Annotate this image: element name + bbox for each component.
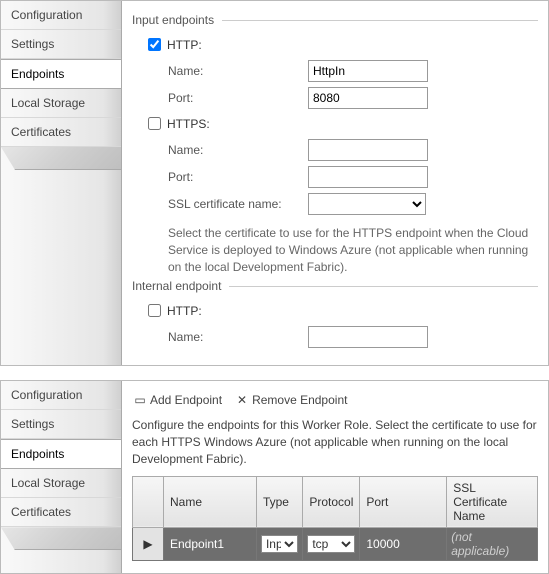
grid-header-marker [133,476,164,527]
toolbar: ▭ Add Endpoint ✕ Remove Endpoint [132,389,538,415]
sidebar-item-endpoints[interactable]: Endpoints [1,439,121,469]
group-title: Internal endpoint [132,279,221,293]
ssl-na-text: (not applicable) [451,530,509,558]
add-endpoint-label: Add Endpoint [150,393,222,407]
ssl-cert-select[interactable] [308,193,426,215]
divider [222,20,538,21]
endpoints-grid: Name Type Protocol Port SSL Certificate … [132,476,538,561]
row-marker-icon: ▶ [133,527,164,560]
sidebar-tail [1,527,121,550]
grid-header-type[interactable]: Type [256,476,302,527]
http-name-label: Name: [168,64,308,78]
sidebar-item-configuration[interactable]: Configuration [1,1,121,30]
endpoint-protocol-select[interactable]: tcp [307,535,355,553]
sidebar-item-certificates[interactable]: Certificates [1,118,121,147]
add-endpoint-button[interactable]: ▭ Add Endpoint [134,393,222,407]
add-icon: ▭ [134,393,146,407]
group-internal-endpoint: Internal endpoint [132,279,538,293]
cell-port[interactable] [360,527,447,560]
endpoints-description: Configure the endpoints for this Worker … [132,417,538,467]
http-checkbox[interactable] [148,38,161,51]
grid-header-name[interactable]: Name [164,476,257,527]
group-title: Input endpoints [132,13,214,27]
content-area: Input endpoints HTTP: Name: Port: HTTPS:… [122,1,548,365]
remove-endpoint-button[interactable]: ✕ Remove Endpoint [236,393,347,407]
sidebar: Configuration Settings Endpoints Local S… [1,1,122,365]
https-port-label: Port: [168,170,308,184]
internal-http-label: HTTP: [167,304,202,318]
grid-header-ssl[interactable]: SSL Certificate Name [447,476,538,527]
sidebar: Configuration Settings Endpoints Local S… [1,381,122,572]
sidebar-item-configuration[interactable]: Configuration [1,381,121,410]
grid-header-row: Name Type Protocol Port SSL Certificate … [133,476,538,527]
https-checkbox-row: HTTPS: [144,114,538,133]
cell-name[interactable] [164,527,257,560]
internal-http-name-label: Name: [168,330,308,344]
http-label: HTTP: [167,38,202,52]
cell-protocol[interactable]: tcp [303,527,360,560]
ssl-cert-label: SSL certificate name: [168,197,308,211]
sidebar-item-local-storage[interactable]: Local Storage [1,89,121,118]
cell-ssl: (not applicable) [447,527,538,560]
table-row[interactable]: ▶ Input tcp [133,527,538,560]
grid-header-port[interactable]: Port [360,476,447,527]
https-checkbox[interactable] [148,117,161,130]
remove-icon: ✕ [236,393,248,407]
sidebar-item-settings[interactable]: Settings [1,410,121,439]
https-help-text: Select the certificate to use for the HT… [168,225,538,275]
https-port-input[interactable] [308,166,428,188]
internal-http-name-input[interactable] [308,326,428,348]
sidebar-item-certificates[interactable]: Certificates [1,498,121,527]
internal-http-checkbox[interactable] [148,304,161,317]
endpoints-panel-grid: Configuration Settings Endpoints Local S… [0,380,549,573]
sidebar-item-endpoints[interactable]: Endpoints [1,59,121,89]
sidebar-tail [1,147,121,170]
sidebar-item-local-storage[interactable]: Local Storage [1,469,121,498]
remove-endpoint-label: Remove Endpoint [252,393,347,407]
https-name-input[interactable] [308,139,428,161]
content-area: ▭ Add Endpoint ✕ Remove Endpoint Configu… [122,381,548,572]
sidebar-item-settings[interactable]: Settings [1,30,121,59]
grid-header-protocol[interactable]: Protocol [303,476,360,527]
endpoints-panel-classic: Configuration Settings Endpoints Local S… [0,0,549,366]
endpoint-port-input[interactable] [364,535,442,553]
https-name-label: Name: [168,143,308,157]
http-checkbox-row: HTTP: [144,35,538,54]
endpoint-name-input[interactable] [168,535,252,553]
http-name-input[interactable] [308,60,428,82]
group-input-endpoints: Input endpoints [132,13,538,27]
cell-type[interactable]: Input [256,527,302,560]
https-label: HTTPS: [167,117,210,131]
http-port-input[interactable] [308,87,428,109]
http-port-label: Port: [168,91,308,105]
divider [229,286,538,287]
endpoint-type-select[interactable]: Input [261,535,298,553]
internal-http-checkbox-row: HTTP: [144,301,538,320]
